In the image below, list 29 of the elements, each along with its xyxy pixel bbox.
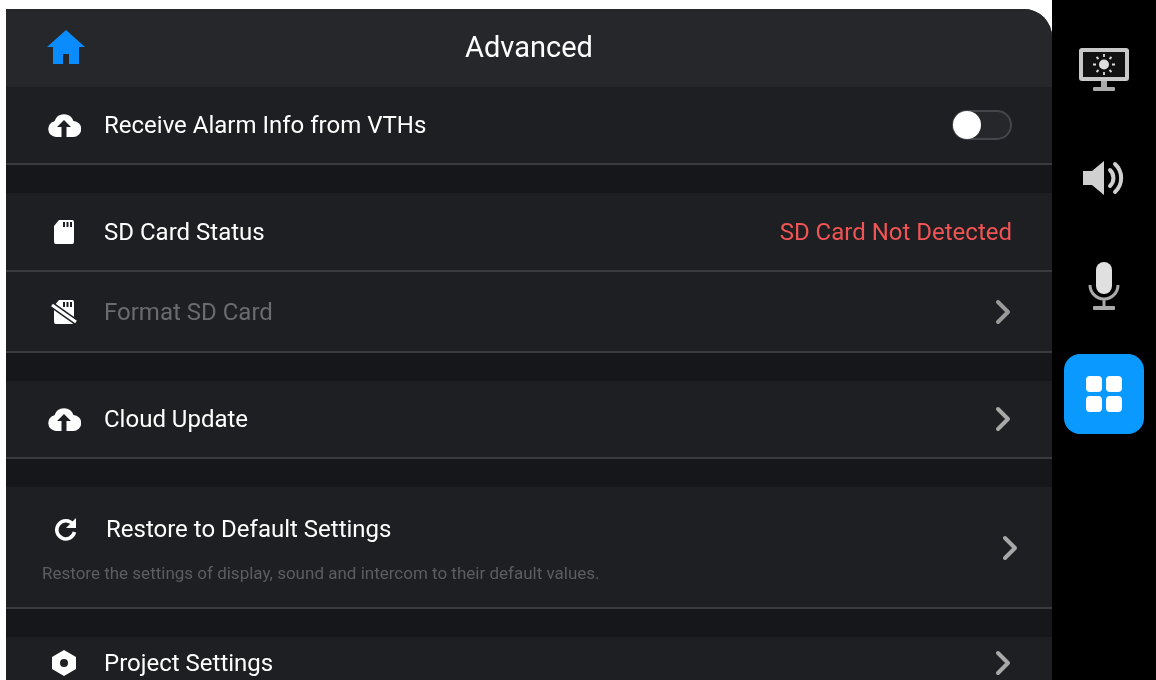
page-title: Advanced xyxy=(465,29,593,67)
row-label: Cloud Update xyxy=(104,404,249,435)
row-label: Receive Alarm Info from VTHs xyxy=(104,110,427,141)
grid-icon xyxy=(1086,376,1122,412)
crossed-sd-card-icon xyxy=(50,299,78,324)
toggle-switch[interactable] xyxy=(952,110,1012,140)
status-value: SD Card Not Detected xyxy=(779,216,1012,248)
settings-row[interactable]: SD Card Status SD Card Not Detected xyxy=(6,193,1052,272)
chevron-right-icon xyxy=(994,650,1012,676)
sidebar-tab[interactable] xyxy=(1064,354,1144,434)
hexagon-icon xyxy=(50,649,78,677)
row-label: Project Settings xyxy=(104,648,274,679)
settings-row[interactable]: Receive Alarm Info from VTHs xyxy=(6,87,1052,165)
chevron-right-icon xyxy=(994,298,1012,325)
sd-card-icon xyxy=(54,219,74,244)
row-label: SD Card Status xyxy=(104,216,265,248)
row-description: Restore the settings of display, sound and intercom to their default values. xyxy=(42,562,601,586)
row-label: Restore to Default Settings xyxy=(106,514,392,546)
settings-row[interactable]: Restore to Default Settings Restore the settings of display, sound and intercom to their default values. xyxy=(6,487,1052,609)
microphone-icon xyxy=(1086,261,1122,311)
row-label: Format SD Card xyxy=(104,296,273,328)
cloud-upload-icon xyxy=(47,406,81,432)
monitor-brightness-icon xyxy=(1078,47,1130,93)
home-button[interactable] xyxy=(46,29,86,65)
cloud-upload-icon xyxy=(47,112,81,138)
chevron-right-icon xyxy=(1001,535,1019,561)
settings-row[interactable]: Cloud Update xyxy=(6,381,1052,459)
refresh-icon xyxy=(53,516,79,543)
chevron-right-icon xyxy=(994,406,1012,432)
